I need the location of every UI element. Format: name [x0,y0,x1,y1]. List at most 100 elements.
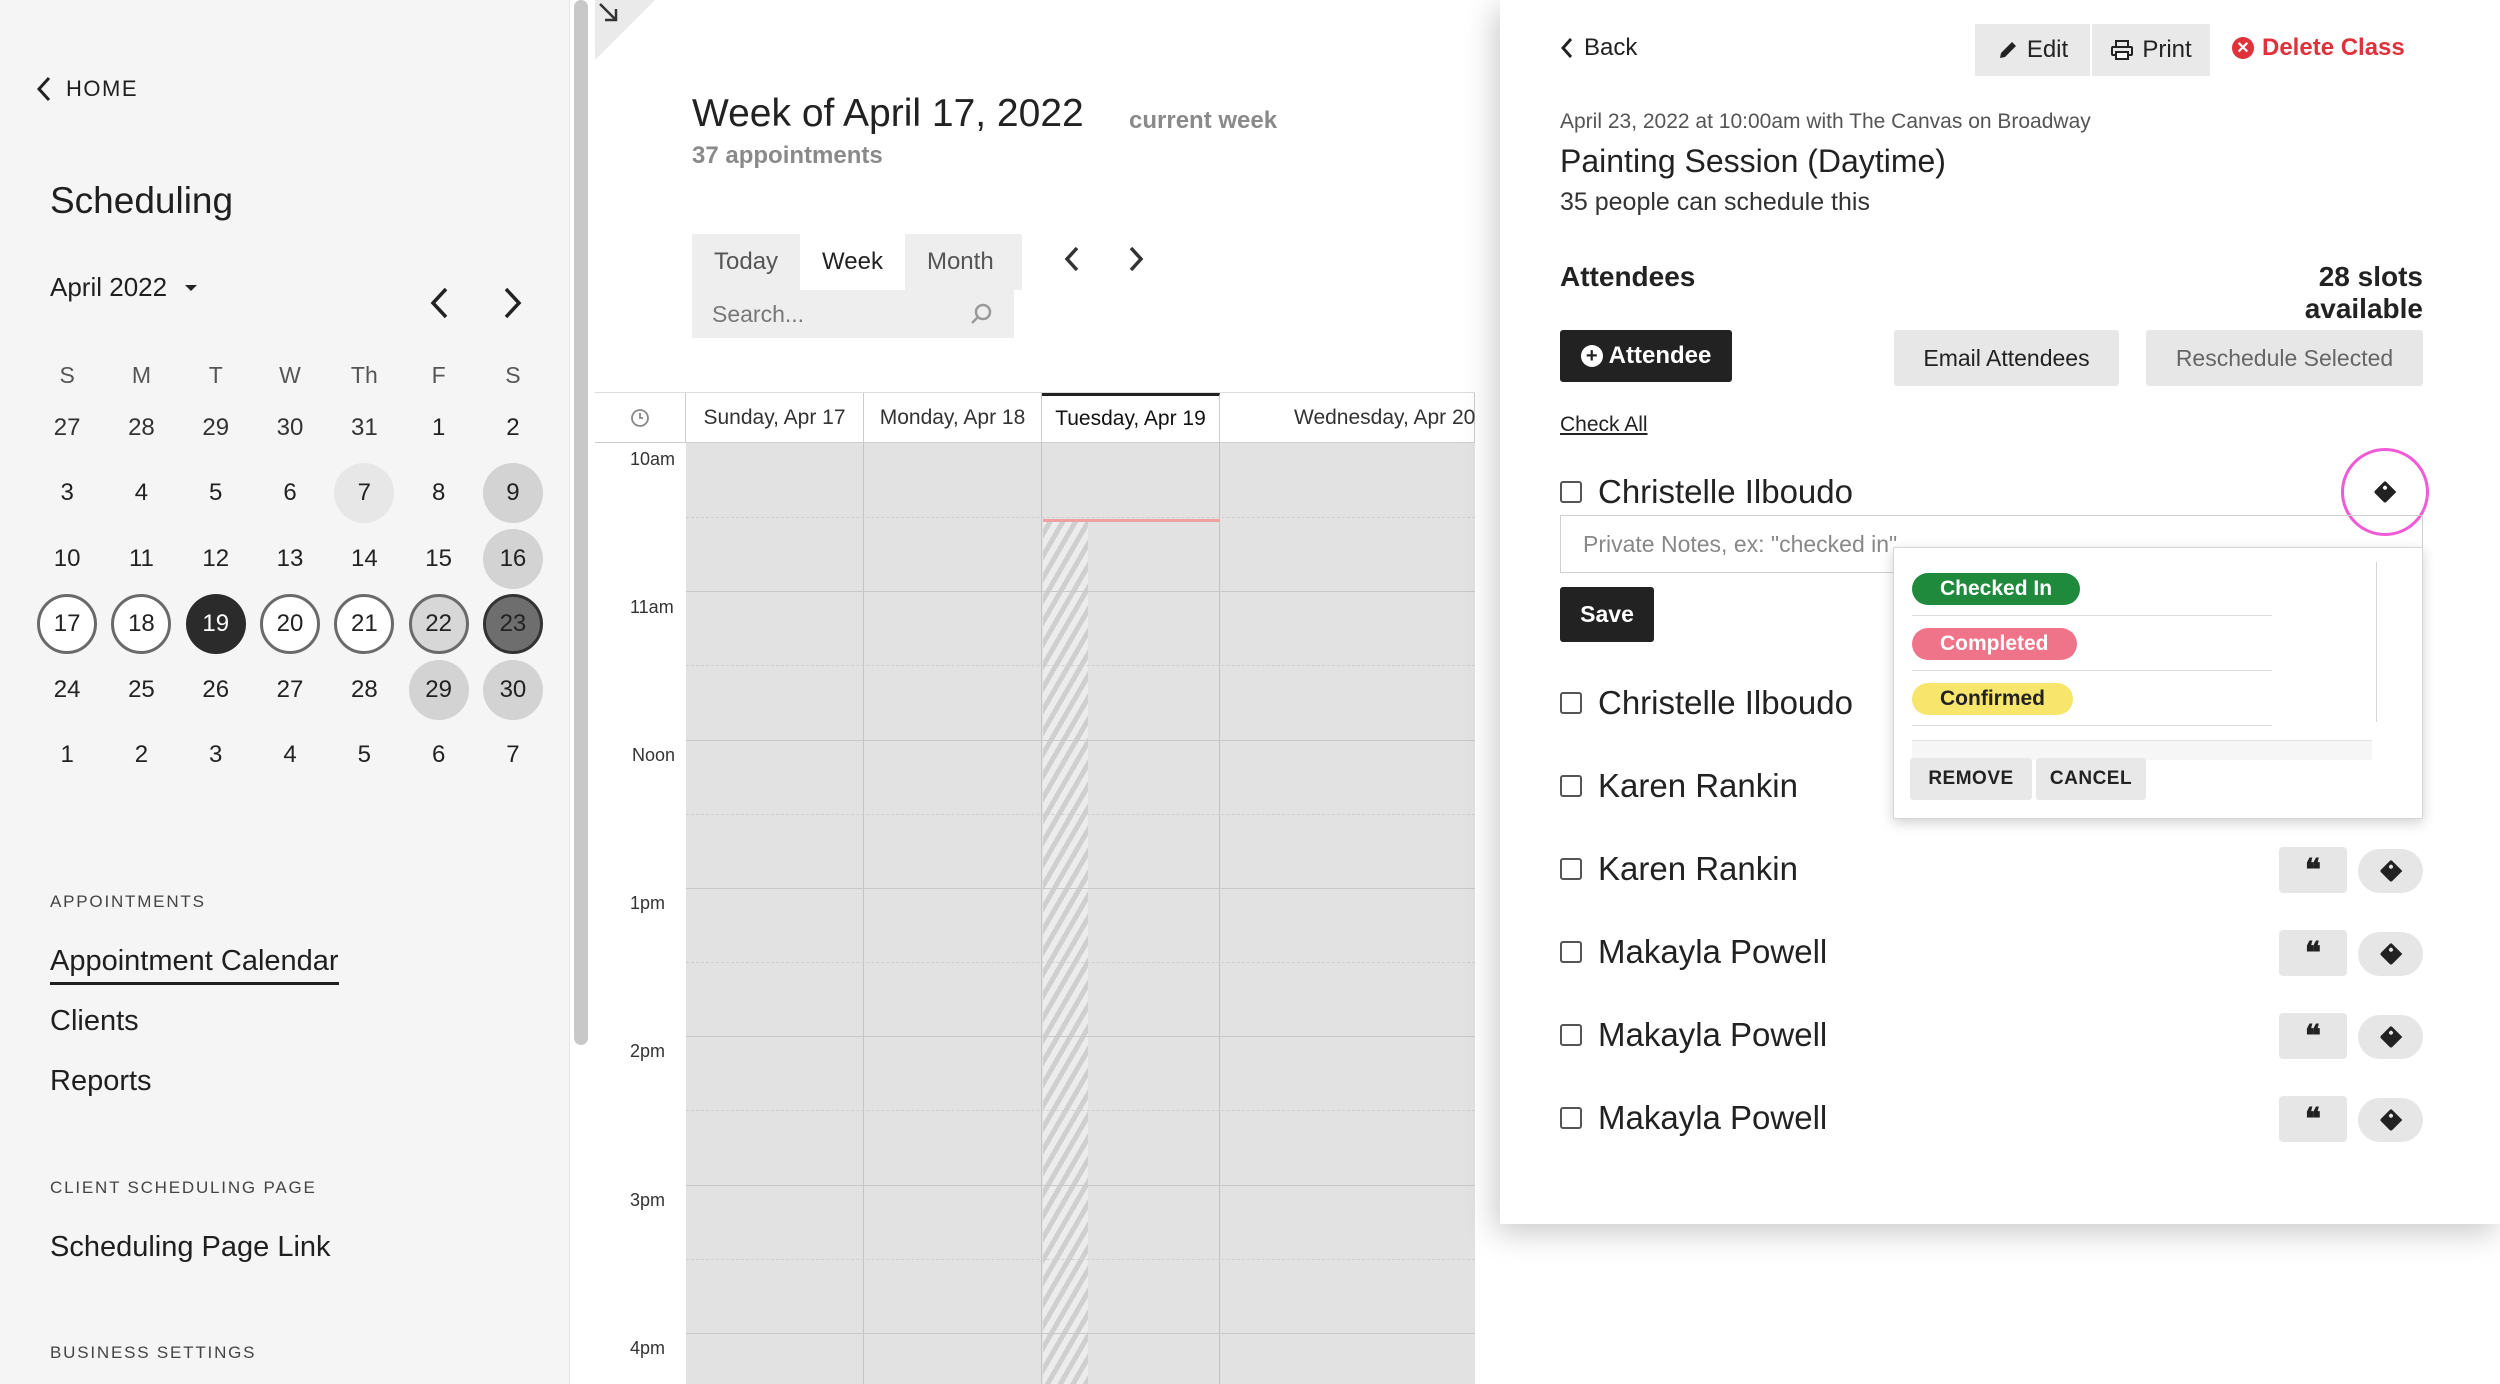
calendar-day[interactable]: 3 [30,461,104,527]
cancel-tag-button[interactable]: CANCEL [2036,758,2146,800]
calendar-day[interactable]: 28 [327,657,401,723]
attendee-checkbox[interactable] [1560,1024,1582,1046]
calendar-day[interactable]: 1 [30,723,104,789]
tag-button[interactable] [2358,1098,2423,1142]
calendar-day[interactable]: 6 [253,461,327,527]
notes-quote-button[interactable]: ❝ [2279,930,2347,976]
nav-reports[interactable]: Reports [50,1065,152,1098]
day-header-sunday[interactable]: Sunday, Apr 17 [686,393,864,443]
attendee-name[interactable]: Christelle Ilboudo [1598,684,1853,722]
tab-month[interactable]: Month [905,234,1016,290]
calendar-day-selected[interactable]: 23 [476,592,550,658]
remove-tag-button[interactable]: REMOVE [1910,758,2032,800]
attendee-checkbox[interactable] [1560,1107,1582,1129]
attendee-checkbox[interactable] [1560,858,1582,880]
calendar-day-today[interactable]: 19 [179,592,253,658]
calendar-day[interactable]: 26 [179,657,253,723]
notes-quote-button[interactable]: ❝ [2279,1096,2347,1142]
prev-week-button[interactable] [1062,244,1082,283]
calendar-day[interactable]: 8 [401,461,475,527]
calendar-day[interactable]: 29 [401,657,475,723]
tab-week[interactable]: Week [800,234,905,290]
calendar-day[interactable]: 7 [327,461,401,527]
tag-option[interactable]: Checked In [1912,562,2272,616]
calendar-day[interactable]: 28 [104,395,178,461]
prev-month-button[interactable] [428,286,450,327]
calendar-day[interactable]: 13 [253,526,327,592]
calendar-day[interactable]: 3 [179,723,253,789]
tag-button[interactable] [2358,1015,2423,1059]
calendar-day[interactable]: 30 [476,657,550,723]
next-week-button[interactable] [1126,244,1146,283]
add-attendee-button[interactable]: + Attendee [1560,330,1732,382]
attendee-name[interactable]: Makayla Powell [1598,1099,1827,1137]
print-button[interactable]: Print [2092,24,2210,76]
nav-appointment-calendar[interactable]: Appointment Calendar [50,945,339,985]
home-link[interactable]: HOME [36,76,138,102]
calendar-day[interactable]: 22 [401,592,475,658]
calendar-day[interactable]: 5 [327,723,401,789]
day-column[interactable] [1220,443,1475,1384]
collapse-arrow-icon[interactable] [596,0,622,33]
calendar-day[interactable]: 9 [476,461,550,527]
calendar-day[interactable]: 27 [30,395,104,461]
calendar-day[interactable]: 10 [30,526,104,592]
notes-quote-button[interactable]: ❝ [2279,1013,2347,1059]
day-header-tuesday[interactable]: Tuesday, Apr 19 [1042,393,1220,443]
calendar-day[interactable]: 20 [253,592,327,658]
calendar-day[interactable]: 14 [327,526,401,592]
month-select[interactable]: April 2022 [50,272,199,303]
day-header-monday[interactable]: Monday, Apr 18 [864,393,1042,443]
calendar-day[interactable]: 2 [104,723,178,789]
attendee-name[interactable]: Makayla Powell [1598,1016,1827,1054]
attendee-checkbox[interactable] [1560,941,1582,963]
calendar-day[interactable]: 25 [104,657,178,723]
calendar-day[interactable]: 29 [179,395,253,461]
calendar-day[interactable]: 15 [401,526,475,592]
tag-button[interactable] [2358,932,2423,976]
attendee-name[interactable]: Christelle Ilboudo [1598,473,1853,511]
reschedule-selected-button[interactable]: Reschedule Selected [2146,330,2423,386]
email-attendees-button[interactable]: Email Attendees [1894,330,2119,386]
nav-scheduling-page-link[interactable]: Scheduling Page Link [50,1231,331,1264]
next-month-button[interactable] [502,286,524,327]
attendee-name[interactable]: Karen Rankin [1598,767,1798,805]
calendar-day[interactable]: 2 [476,395,550,461]
day-header-wednesday[interactable]: Wednesday, Apr 20 [1220,393,1475,443]
attendee-name[interactable]: Makayla Powell [1598,933,1827,971]
calendar-day[interactable]: 5 [179,461,253,527]
calendar-day[interactable]: 4 [253,723,327,789]
calendar-day[interactable]: 4 [104,461,178,527]
calendar-day[interactable]: 31 [327,395,401,461]
calendar-day[interactable]: 21 [327,592,401,658]
back-button[interactable]: Back [1560,34,1637,62]
calendar-day[interactable]: 17 [30,592,104,658]
save-notes-button[interactable]: Save [1560,587,1654,642]
calendar-day[interactable]: 12 [179,526,253,592]
calendar-day[interactable]: 18 [104,592,178,658]
attendee-checkbox[interactable] [1560,692,1582,714]
tag-option[interactable]: Confirmed [1912,672,2272,726]
edit-button[interactable]: Edit [1975,24,2090,76]
delete-class-button[interactable]: ✕ Delete Class [2232,34,2405,62]
tag-option[interactable]: Completed [1912,617,2272,671]
day-column[interactable] [686,443,864,1384]
dropdown-scrollbar[interactable] [2376,562,2390,722]
check-all-link[interactable]: Check All [1560,413,1648,437]
attendee-checkbox[interactable] [1560,481,1582,503]
attendee-checkbox[interactable] [1560,775,1582,797]
day-column[interactable] [864,443,1042,1384]
calendar-day[interactable]: 1 [401,395,475,461]
calendar-day[interactable]: 16 [476,526,550,592]
notes-quote-button[interactable]: ❝ [2279,847,2347,893]
tab-today[interactable]: Today [692,234,800,290]
calendar-day[interactable]: 27 [253,657,327,723]
attendee-name[interactable]: Karen Rankin [1598,850,1798,888]
search-input[interactable]: Search... [692,290,1014,338]
calendar-day[interactable]: 24 [30,657,104,723]
calendar-day[interactable]: 30 [253,395,327,461]
calendar-day[interactable]: 6 [401,723,475,789]
sidebar-scrollbar[interactable] [574,0,588,1045]
calendar-day[interactable]: 7 [476,723,550,789]
calendar-day[interactable]: 11 [104,526,178,592]
